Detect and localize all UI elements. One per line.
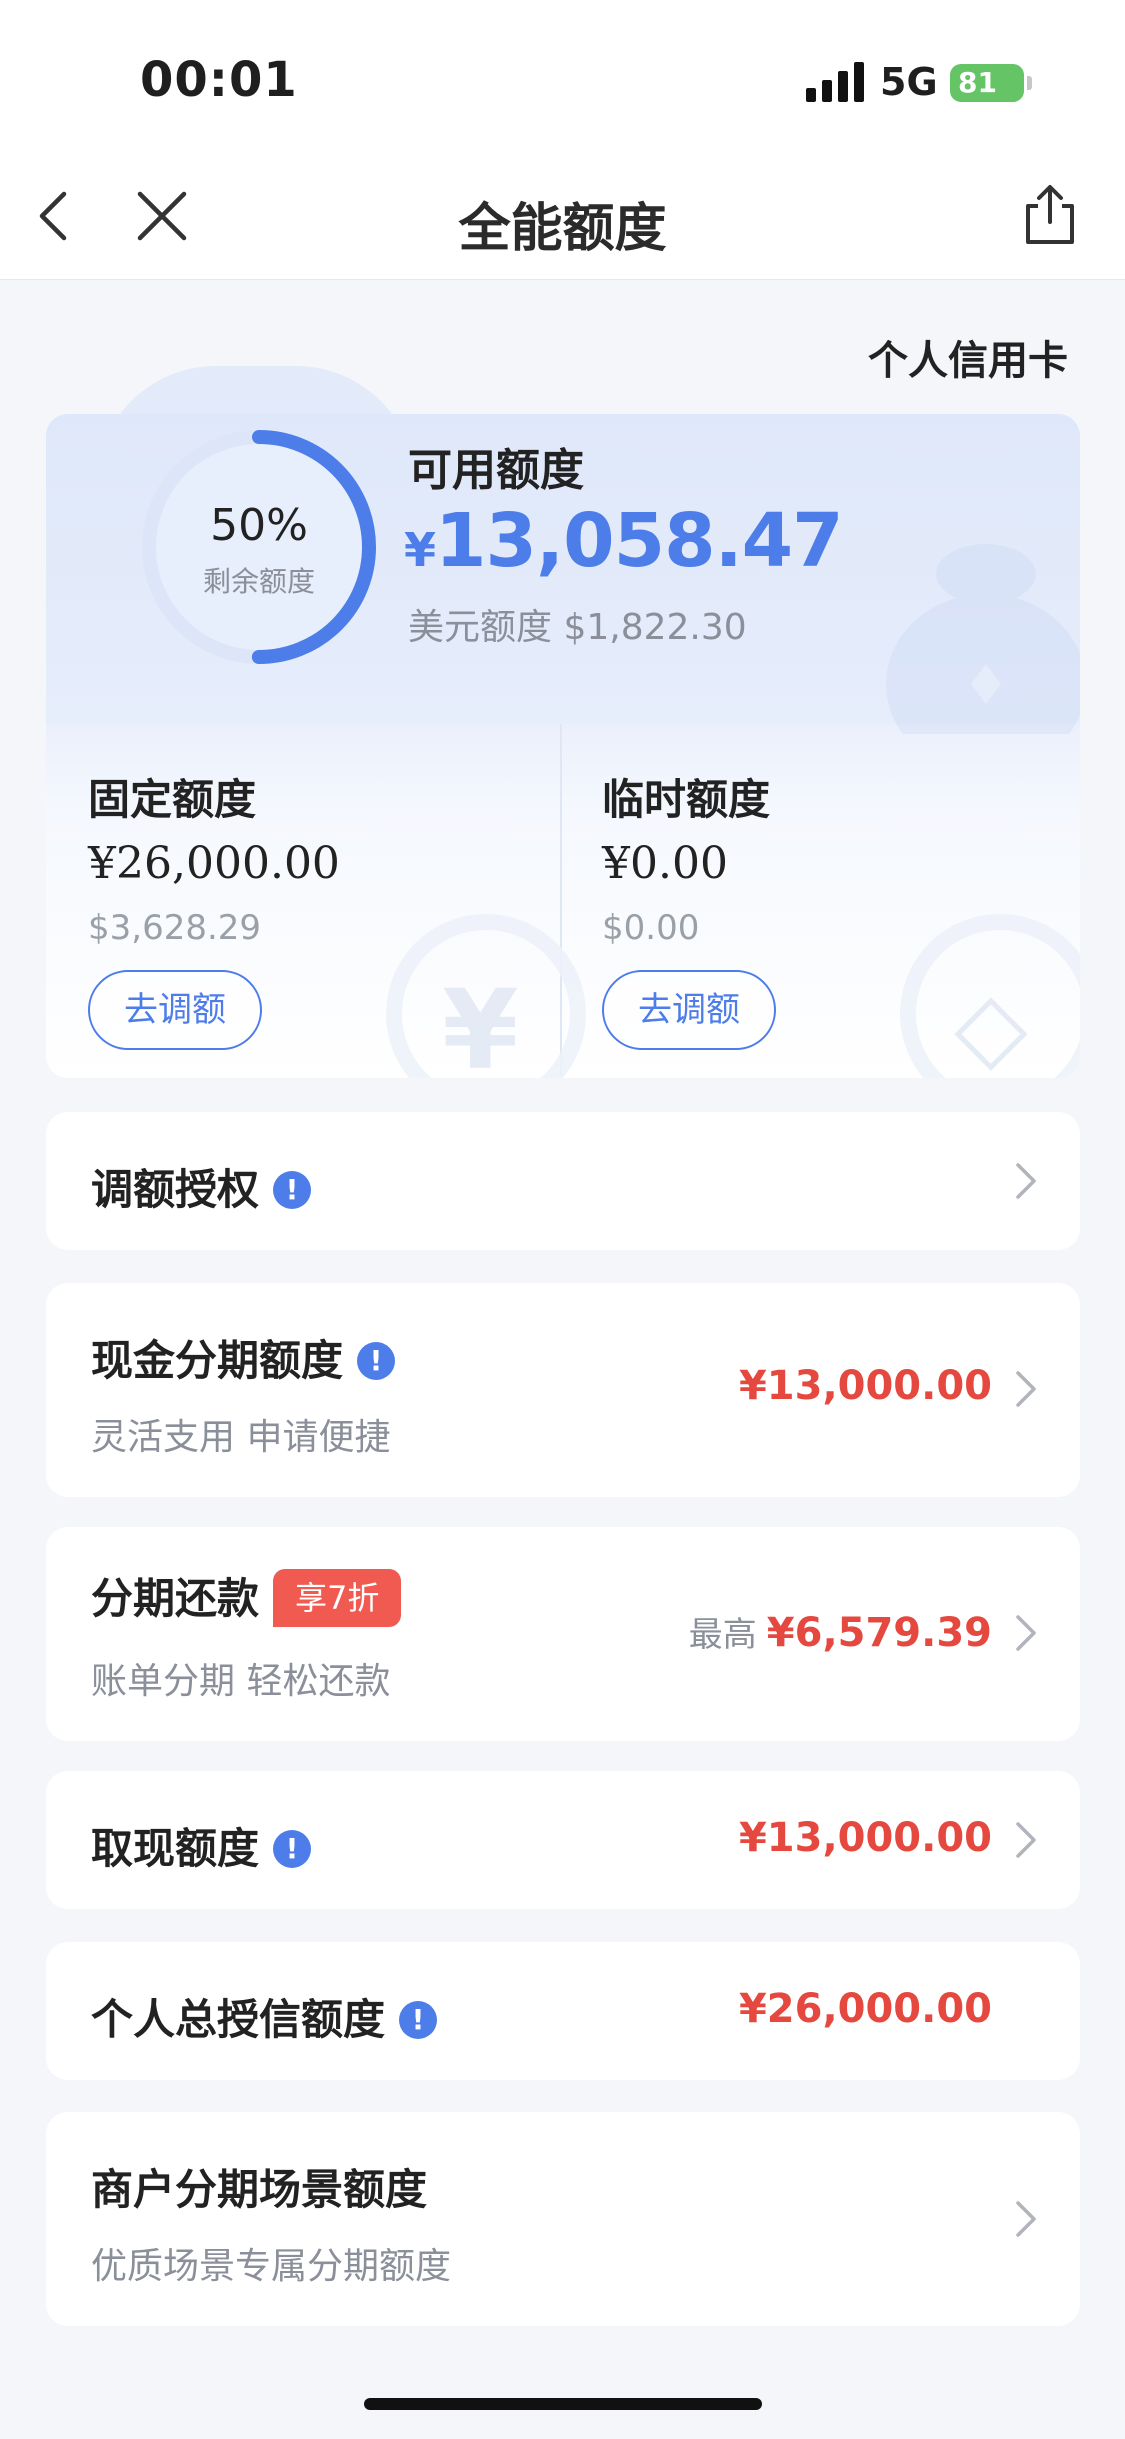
temp-limit-amount: ¥0.00 bbox=[602, 838, 728, 889]
battery-tip bbox=[1027, 76, 1032, 90]
fixed-limit-label: 固定额度 bbox=[88, 775, 257, 824]
usd-amount: $1,822.30 bbox=[563, 607, 747, 648]
temp-limit-usd: $0.00 bbox=[602, 908, 700, 948]
network-type: 5G bbox=[880, 60, 938, 104]
cash-installment-value: ¥13,000.00 bbox=[738, 1363, 992, 1409]
battery-icon: 81 bbox=[950, 64, 1024, 102]
money-bag-decoration-icon bbox=[886, 544, 1080, 734]
fixed-adjust-button[interactable]: 去调额 bbox=[88, 970, 262, 1050]
temp-adjust-button[interactable]: 去调额 bbox=[602, 970, 776, 1050]
home-indicator[interactable] bbox=[364, 2398, 762, 2410]
available-label: 可用额度 bbox=[408, 445, 584, 496]
bill-installment-value: 最高 ¥6,579.39 bbox=[689, 1607, 992, 1656]
fixed-limit-amount: ¥26,000.00 bbox=[88, 838, 340, 889]
usd-label: 美元额度 bbox=[408, 607, 553, 648]
limit-summary-card: 50% 剩余额度 可用额度 ¥13,058.47 美元额度 $1,822.30 … bbox=[46, 414, 1080, 1078]
signal-icon bbox=[806, 62, 864, 102]
total-credit-row: 个人总授信额度! ¥26,000.00 bbox=[46, 1942, 1080, 2080]
total-credit-label: 个人总授信额度 bbox=[91, 1995, 386, 2044]
fixed-limit-usd: $3,628.29 bbox=[88, 908, 262, 948]
usd-limit: 美元额度 $1,822.30 bbox=[408, 598, 747, 650]
page-title: 全能额度 bbox=[458, 199, 667, 259]
card-type-label[interactable]: 个人信用卡 bbox=[868, 328, 1068, 386]
info-icon[interactable]: ! bbox=[273, 1829, 312, 1868]
authorization-label: 调额授权 bbox=[91, 1165, 260, 1214]
total-credit-value: ¥26,000.00 bbox=[738, 1986, 992, 2032]
available-value: 13,058.47 bbox=[435, 498, 844, 584]
cash-withdrawal-title: 取现额度! bbox=[91, 1815, 312, 1876]
remaining-ring: 50% 剩余额度 bbox=[134, 422, 384, 672]
discount-badge: 享7折 bbox=[273, 1569, 402, 1627]
info-icon[interactable]: ! bbox=[273, 1170, 312, 1209]
info-icon[interactable]: ! bbox=[399, 2000, 438, 2039]
total-credit-title: 个人总授信额度! bbox=[91, 1986, 438, 2047]
diamond-coin-decoration-icon: ◇ bbox=[900, 914, 1080, 1078]
battery-level: 81 bbox=[958, 66, 997, 99]
status-bar: 00:01 5G 81 bbox=[0, 0, 1125, 150]
share-icon[interactable] bbox=[1020, 182, 1080, 246]
cash-installment-subtitle: 灵活支用 申请便捷 bbox=[91, 1417, 391, 1458]
bill-installment-title: 分期还款 享7折 bbox=[91, 1565, 402, 1631]
chevron-right-icon bbox=[1016, 1822, 1036, 1858]
info-icon[interactable]: ! bbox=[357, 1341, 396, 1380]
authorization-row[interactable]: 调额授权! bbox=[46, 1112, 1080, 1250]
cash-installment-label: 现金分期额度 bbox=[91, 1336, 344, 1385]
cash-withdrawal-label: 取现额度 bbox=[91, 1824, 260, 1873]
cash-withdrawal-value: ¥13,000.00 bbox=[738, 1815, 992, 1861]
authorization-title: 调额授权! bbox=[91, 1156, 312, 1217]
cash-withdrawal-row[interactable]: 取现额度! ¥13,000.00 bbox=[46, 1771, 1080, 1909]
nav-bar: 全能额度 bbox=[0, 150, 1125, 280]
available-amount: ¥13,058.47 bbox=[404, 498, 844, 584]
status-time: 00:01 bbox=[140, 52, 298, 108]
chevron-right-icon bbox=[1016, 1371, 1036, 1407]
chevron-right-icon bbox=[1016, 1615, 1036, 1651]
currency-symbol: ¥ bbox=[404, 523, 436, 577]
merchant-subtitle: 优质场景专属分期额度 bbox=[91, 2246, 452, 2287]
chevron-right-icon bbox=[1016, 2201, 1036, 2237]
max-prefix: 最高 bbox=[688, 1615, 757, 1655]
ring-label: 剩余额度 bbox=[202, 565, 315, 598]
chevron-right-icon bbox=[1016, 1163, 1036, 1199]
cash-installment-title: 现金分期额度! bbox=[91, 1327, 396, 1388]
bill-installment-subtitle: 账单分期 轻松还款 bbox=[91, 1661, 391, 1702]
merchant-title: 商户分期场景额度 bbox=[91, 2165, 428, 2214]
yen-coin-decoration-icon: ¥ bbox=[386, 914, 586, 1078]
bill-installment-amount: ¥6,579.39 bbox=[766, 1610, 992, 1656]
merchant-installment-row[interactable]: 商户分期场景额度 优质场景专属分期额度 bbox=[46, 2112, 1080, 2326]
bill-installment-row[interactable]: 分期还款 享7折 账单分期 轻松还款 最高 ¥6,579.39 bbox=[46, 1527, 1080, 1741]
temp-limit-label: 临时额度 bbox=[602, 775, 771, 824]
cash-installment-row[interactable]: 现金分期额度! 灵活支用 申请便捷 ¥13,000.00 bbox=[46, 1283, 1080, 1497]
bill-installment-label: 分期还款 bbox=[91, 1574, 260, 1623]
ring-percent: 50% bbox=[210, 500, 308, 551]
